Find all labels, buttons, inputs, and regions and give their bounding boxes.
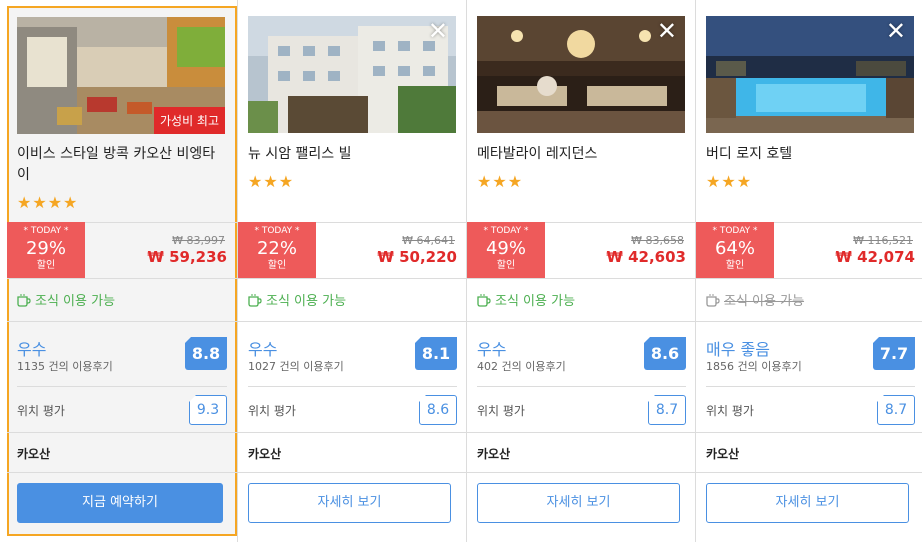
location-rating-label: 위치 평가 xyxy=(248,404,296,418)
close-icon[interactable]: ✕ xyxy=(657,18,677,44)
star-rating: ★★★ xyxy=(706,172,753,191)
original-price: ₩ 83,658 xyxy=(631,234,684,247)
today-discount-badge: * TODAY * 29% 할인 xyxy=(7,222,85,278)
rating-word: 우수 xyxy=(477,340,507,359)
hotel-card-selected[interactable]: 가성비 최고 이비스 스타일 방콕 카오산 비엥타이 ★★★★ * TODAY … xyxy=(7,6,237,536)
original-price: ₩ 83,997 xyxy=(172,234,225,247)
breakfast-available: 조식 이용 가능 xyxy=(17,290,115,309)
divider xyxy=(696,432,922,433)
breakfast-unavailable: 조식 이용 가능 xyxy=(706,290,804,309)
area-name: 카오산 xyxy=(706,447,740,461)
area-name: 카오산 xyxy=(477,447,511,461)
location-score-badge: 9.3 xyxy=(189,395,227,425)
rating-word: 매우 좋음 xyxy=(706,340,770,359)
breakfast-available: 조식 이용 가능 xyxy=(248,290,346,309)
hotel-photo[interactable]: ✕ xyxy=(477,16,685,133)
view-details-button[interactable]: 자세히 보기 xyxy=(706,483,909,523)
divider xyxy=(238,321,467,322)
star-rating: ★★★★ xyxy=(17,193,79,212)
divider xyxy=(248,386,457,387)
divider xyxy=(696,278,922,279)
divider xyxy=(7,278,237,279)
breakfast-available: 조식 이용 가능 xyxy=(477,290,575,309)
today-discount-badge: * TODAY * 64% 할인 xyxy=(696,222,774,278)
sale-price: ₩ 42,074 xyxy=(835,248,915,266)
hotel-photo[interactable]: ✕ xyxy=(248,16,456,133)
view-details-button[interactable]: 자세히 보기 xyxy=(477,483,680,523)
close-icon[interactable]: ✕ xyxy=(886,18,906,44)
divider xyxy=(238,278,467,279)
divider xyxy=(467,432,696,433)
original-price: ₩ 64,641 xyxy=(402,234,455,247)
hotel-card[interactable]: ✕ 버디 로지 호텔 ★★★ * TODAY * 64% 할인 ₩ 116,52… xyxy=(696,0,922,542)
divider xyxy=(467,472,696,473)
hotel-name[interactable]: 버디 로지 호텔 xyxy=(706,144,916,165)
location-rating-label: 위치 평가 xyxy=(706,404,754,418)
divider xyxy=(7,432,237,433)
divider xyxy=(467,321,696,322)
divider xyxy=(238,432,467,433)
location-rating-label: 위치 평가 xyxy=(17,404,65,418)
review-score-badge: 8.6 xyxy=(643,336,686,370)
hotel-name[interactable]: 메타발라이 레지던스 xyxy=(477,144,687,165)
original-price: ₩ 116,521 xyxy=(853,234,913,247)
rating-word: 우수 xyxy=(17,340,47,359)
location-score-badge: 8.7 xyxy=(877,395,915,425)
review-count[interactable]: 1135 건의 이용후기 xyxy=(17,358,113,374)
today-discount-badge: * TODAY * 49% 할인 xyxy=(467,222,545,278)
rating-word: 우수 xyxy=(248,340,278,359)
sale-price: ₩ 50,220 xyxy=(377,248,457,266)
review-score-badge: 7.7 xyxy=(872,336,915,370)
best-value-badge: 가성비 최고 xyxy=(153,107,225,134)
coffee-cup-icon xyxy=(17,294,31,307)
location-rating-label: 위치 평가 xyxy=(477,404,525,418)
review-score-badge: 8.8 xyxy=(184,336,227,370)
location-score-badge: 8.7 xyxy=(648,395,686,425)
divider xyxy=(17,386,227,387)
star-rating: ★★★ xyxy=(477,172,524,191)
close-icon[interactable]: ✕ xyxy=(428,18,448,44)
review-count[interactable]: 1027 건의 이용후기 xyxy=(248,358,344,374)
hotel-card[interactable]: ✕ 메타발라이 레지던스 ★★★ * TODAY * 49% 할인 ₩ 83,6… xyxy=(467,0,696,542)
review-score-badge: 8.1 xyxy=(414,336,457,370)
hotel-name[interactable]: 이비스 스타일 방콕 카오산 비엥타이 xyxy=(17,144,227,186)
hotel-photo[interactable]: 가성비 최고 xyxy=(17,17,225,134)
coffee-cup-icon xyxy=(477,294,491,307)
hotel-card[interactable]: ✕ 뉴 시암 팰리스 빌 ★★★ * TODAY * 22% 할인 ₩ 64,6… xyxy=(238,0,467,542)
divider xyxy=(238,472,467,473)
coffee-cup-icon xyxy=(248,294,262,307)
sale-price: ₩ 42,603 xyxy=(606,248,686,266)
divider xyxy=(7,321,237,322)
divider xyxy=(477,386,686,387)
area-name: 카오산 xyxy=(17,447,51,461)
hotel-photo[interactable]: ✕ xyxy=(706,16,914,133)
divider xyxy=(696,321,922,322)
divider xyxy=(706,386,915,387)
book-now-button[interactable]: 지금 예약하기 xyxy=(17,483,223,523)
location-score-badge: 8.6 xyxy=(419,395,457,425)
divider xyxy=(467,278,696,279)
review-count[interactable]: 402 건의 이용후기 xyxy=(477,358,566,374)
divider xyxy=(7,472,237,473)
hotel-name[interactable]: 뉴 시암 팰리스 빌 xyxy=(248,144,458,165)
area-name: 카오산 xyxy=(248,447,282,461)
star-rating: ★★★ xyxy=(248,172,295,191)
today-discount-badge: * TODAY * 22% 할인 xyxy=(238,222,316,278)
review-count[interactable]: 1856 건의 이용후기 xyxy=(706,358,802,374)
divider xyxy=(696,472,922,473)
view-details-button[interactable]: 자세히 보기 xyxy=(248,483,451,523)
coffee-cup-icon xyxy=(706,294,720,307)
sale-price: ₩ 59,236 xyxy=(147,248,227,266)
